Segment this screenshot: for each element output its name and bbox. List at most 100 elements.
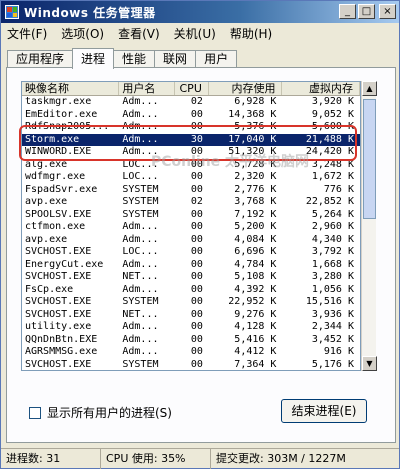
- cell-mem-usage: 4,784 K: [234, 258, 277, 270]
- status-cpu-usage: CPU 使用: 35%: [101, 449, 211, 469]
- close-button[interactable]: ×: [379, 4, 396, 19]
- cell-virtual-memory: 9,052 K: [311, 108, 354, 120]
- cell-mem-usage: 2,776 K: [234, 183, 277, 195]
- cell-mem-usage: 6,928 K: [234, 96, 277, 107]
- table-row[interactable]: SVCHOST.EXE SYSTEM 00 22,952 K 15,516 K: [22, 296, 360, 309]
- cell-virtual-memory: 3,792 K: [311, 246, 354, 257]
- cell-image-name: ctfmon.exe: [25, 221, 86, 232]
- table-row[interactable]: Storm.exe Adm... 30 17,040 K 21,488 K: [22, 133, 360, 146]
- cell-cpu: 00: [190, 221, 203, 232]
- end-process-button[interactable]: 结束进程(E): [281, 399, 367, 423]
- cell-virtual-memory: 2,960 K: [311, 221, 354, 232]
- scroll-down-icon[interactable]: ▼: [362, 356, 377, 371]
- cell-image-name: SVCHOST.EXE: [25, 246, 92, 257]
- show-all-users-checkbox[interactable]: [29, 406, 41, 419]
- scroll-up-icon[interactable]: ▲: [362, 81, 377, 96]
- column-virtual-memory[interactable]: 虚拟内存: [282, 82, 360, 95]
- cell-cpu: 00: [190, 308, 203, 320]
- process-list[interactable]: 映像名称 用户名 CPU 内存使用 虚拟内存 taskmgr.exe Adm...…: [21, 81, 361, 371]
- cell-mem-usage: 4,412 K: [234, 346, 277, 357]
- cell-mem-usage: 5,200 K: [234, 221, 277, 232]
- cell-user-name: LOC...: [122, 158, 159, 170]
- cell-mem-usage: 5,416 K: [234, 333, 277, 345]
- column-mem-usage[interactable]: 内存使用: [209, 82, 283, 95]
- cell-image-name: avp.exe: [25, 233, 68, 245]
- column-image-name[interactable]: 映像名称: [22, 82, 120, 95]
- cell-image-name: EmEditor.exe: [25, 108, 98, 120]
- cell-mem-usage: 7,364 K: [234, 358, 277, 370]
- cell-user-name: SYSTEM: [122, 196, 159, 207]
- cell-mem-usage: 22,952 K: [228, 296, 277, 307]
- table-row[interactable]: SVCHOST.EXE LOC... 00 6,696 K 3,792 K: [22, 246, 360, 259]
- cell-image-name: Storm.exe: [25, 133, 80, 145]
- column-cpu[interactable]: CPU: [175, 82, 209, 95]
- cell-user-name: Adm...: [122, 121, 159, 132]
- table-row[interactable]: alg.exe LOC... 00 5,728 K 3,248 K: [22, 159, 360, 172]
- table-row[interactable]: SPOOLSV.EXE SYSTEM 00 7,192 K 5,264 K: [22, 209, 360, 222]
- show-all-users-label[interactable]: 显示所有用户的进程(S): [47, 404, 172, 421]
- cell-image-name: EnergyCut.exe: [25, 258, 104, 270]
- status-bar: 进程数: 31 CPU 使用: 35% 提交更改: 303M / 1227M: [1, 448, 399, 469]
- cell-cpu: 00: [190, 108, 203, 120]
- cell-user-name: Adm...: [122, 333, 159, 345]
- cell-image-name: AGRSMMSG.exe: [25, 346, 98, 357]
- cell-virtual-memory: 3,280 K: [311, 271, 354, 282]
- cell-user-name: Adm...: [122, 108, 159, 120]
- table-row[interactable]: FsCp.exe Adm... 00 4,392 K 1,056 K: [22, 284, 360, 297]
- maximize-button[interactable]: □: [358, 4, 375, 19]
- cell-user-name: Adm...: [122, 146, 159, 157]
- table-row[interactable]: WINWORD.EXE Adm... 00 51,320 K 24,420 K: [22, 146, 360, 159]
- table-row[interactable]: SVCHOST.EXE SYSTEM 00 7,364 K 5,176 K: [22, 358, 360, 371]
- cell-mem-usage: 5,728 K: [234, 158, 277, 170]
- table-row[interactable]: avp.exe SYSTEM 02 3,768 K 22,852 K: [22, 196, 360, 209]
- cell-user-name: Adm...: [122, 133, 159, 145]
- cell-user-name: SYSTEM: [122, 358, 159, 370]
- cell-user-name: Adm...: [122, 221, 159, 232]
- cell-virtual-memory: 1,056 K: [311, 283, 354, 295]
- cell-mem-usage: 9,276 K: [234, 308, 277, 320]
- vertical-scrollbar[interactable]: ▲ ▼: [361, 81, 377, 371]
- cell-user-name: SYSTEM: [122, 183, 159, 195]
- table-row[interactable]: taskmgr.exe Adm... 02 6,928 K 3,920 K: [22, 96, 360, 109]
- cell-virtual-memory: 4,340 K: [311, 233, 354, 245]
- cell-virtual-memory: 3,248 K: [311, 158, 354, 170]
- table-row[interactable]: EmEditor.exe Adm... 00 14,368 K 9,052 K: [22, 109, 360, 122]
- table-row[interactable]: wdfmgr.exe LOC... 00 2,320 K 1,672 K: [22, 171, 360, 184]
- cell-cpu: 00: [190, 258, 203, 270]
- cell-virtual-memory: 5,264 K: [311, 208, 354, 220]
- menu-file[interactable]: 文件(F): [7, 25, 47, 42]
- cell-cpu: 00: [190, 158, 203, 170]
- status-process-count: 进程数: 31: [1, 449, 101, 469]
- table-row[interactable]: FspadSvr.exe SYSTEM 00 2,776 K 776 K: [22, 184, 360, 197]
- table-row[interactable]: SVCHOST.EXE NET... 00 5,108 K 3,280 K: [22, 271, 360, 284]
- cell-image-name: wdfmgr.exe: [25, 171, 86, 182]
- tab-processes[interactable]: 进程: [72, 48, 115, 69]
- menu-options[interactable]: 选项(O): [61, 25, 104, 42]
- table-row[interactable]: utility.exe Adm... 00 4,128 K 2,344 K: [22, 321, 360, 334]
- cell-mem-usage: 3,768 K: [234, 196, 277, 207]
- table-row[interactable]: SVCHOST.EXE NET... 00 9,276 K 3,936 K: [22, 309, 360, 322]
- scroll-thumb[interactable]: [363, 99, 376, 219]
- table-row[interactable]: QQnDnBtn.EXE Adm... 00 5,416 K 3,452 K: [22, 334, 360, 347]
- cell-image-name: alg.exe: [25, 158, 68, 170]
- cell-cpu: 00: [190, 283, 203, 295]
- window-title: Windows 任务管理器: [24, 5, 156, 20]
- tab-strip: 应用程序 进程 性能 联网 用户: [7, 48, 238, 69]
- table-row[interactable]: EnergyCut.exe Adm... 00 4,784 K 1,668 K: [22, 259, 360, 272]
- column-user-name[interactable]: 用户名: [119, 82, 176, 95]
- table-row[interactable]: avp.exe Adm... 00 4,084 K 4,340 K: [22, 234, 360, 247]
- cell-cpu: 00: [190, 296, 203, 307]
- table-row[interactable]: ctfmon.exe Adm... 00 5,200 K 2,960 K: [22, 221, 360, 234]
- table-row[interactable]: RdfSnap2005... Adm... 00 5,376 K 5,600 K: [22, 121, 360, 134]
- cell-cpu: 00: [190, 121, 203, 132]
- cell-cpu: 00: [190, 346, 203, 357]
- cell-virtual-memory: 22,852 K: [305, 196, 354, 207]
- menu-help[interactable]: 帮助(H): [230, 25, 272, 42]
- table-row[interactable]: AGRSMMSG.exe Adm... 00 4,412 K 916 K: [22, 346, 360, 359]
- menu-view[interactable]: 查看(V): [118, 25, 160, 42]
- cell-mem-usage: 4,128 K: [234, 321, 277, 332]
- title-bar[interactable]: Windows 任务管理器 _ □ ×: [1, 1, 399, 23]
- menu-shutdown[interactable]: 关机(U): [174, 25, 216, 42]
- minimize-button[interactable]: _: [339, 4, 356, 19]
- cell-user-name: Adm...: [122, 96, 159, 107]
